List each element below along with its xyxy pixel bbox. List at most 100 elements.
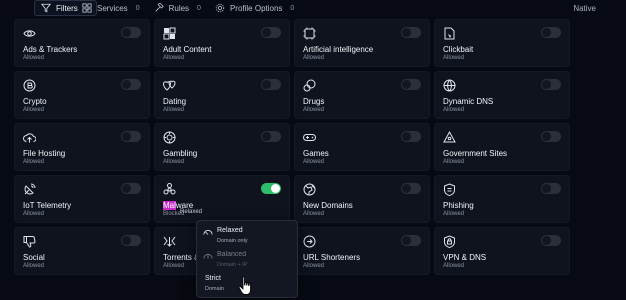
clickbait-icon xyxy=(443,27,456,40)
biohazard-icon xyxy=(163,183,176,196)
filter-toggle[interactable] xyxy=(401,131,421,142)
filter-card-url-shorteners[interactable]: URL Shorteners Allowed xyxy=(294,227,430,275)
option-balanced-label: Balanced xyxy=(217,251,247,258)
filter-card-artificial-intelligence[interactable]: Artificial intelligence Allowed xyxy=(294,19,430,67)
dynamic-dns-icon xyxy=(443,79,456,92)
filter-card-title: File Hosting xyxy=(23,149,66,158)
globe-icon xyxy=(303,183,316,196)
filter-card-status: Allowed xyxy=(303,263,325,269)
option-relaxed-sub: Domain only xyxy=(217,238,248,244)
gauge-low-icon xyxy=(203,229,213,235)
vpn-icon xyxy=(443,235,456,249)
option-strict[interactable]: Strict DomainAI xyxy=(191,274,281,296)
filter-toggle[interactable] xyxy=(121,235,141,246)
filter-card-title: Drugs xyxy=(303,97,325,106)
filter-toggle[interactable] xyxy=(121,131,141,142)
option-strict-label: Strict xyxy=(205,275,221,282)
filter-card-ads-trackers[interactable]: Ads & Trackers Allowed xyxy=(14,19,150,67)
tab-rules-count: 0 xyxy=(197,4,201,12)
grid-icon xyxy=(82,3,92,13)
filter-card-status: Allowed xyxy=(443,211,465,217)
filter-card-gambling[interactable]: Gambling Allowed xyxy=(154,123,290,171)
option-relaxed[interactable]: Relaxed Domain only xyxy=(203,226,293,248)
malware-level-tag: Relaxed xyxy=(180,209,203,215)
filter-card-title: Dynamic DNS xyxy=(443,97,494,106)
filter-toggle[interactable] xyxy=(401,235,421,246)
filter-card-file-hosting[interactable]: File Hosting Allowed xyxy=(14,123,150,171)
filter-card-title: Gambling xyxy=(163,149,198,158)
filter-card-status: Allowed xyxy=(23,263,45,269)
gear-icon xyxy=(215,3,225,13)
filter-card-social[interactable]: Social Allowed xyxy=(14,227,150,275)
filter-card-status: Allowed xyxy=(163,55,185,61)
filter-card-new-domains[interactable]: New Domains Allowed xyxy=(294,175,430,223)
filter-card-title: Artificial intelligence xyxy=(303,45,374,54)
option-balanced-sub: Domain + IP xyxy=(217,262,248,268)
cloud-upload-icon xyxy=(23,131,37,144)
filter-toggle[interactable] xyxy=(121,27,141,38)
filter-card-title: Games xyxy=(303,149,329,158)
option-balanced[interactable]: Balanced Domain + IP xyxy=(203,250,293,272)
native-label[interactable]: Native xyxy=(573,0,596,16)
filter-card-status: Allowed xyxy=(443,107,465,113)
filter-card-iot-telemetry[interactable]: IoT Telemetry Allowed xyxy=(14,175,150,223)
filter-card-adult-content[interactable]: Adult Content Allowed xyxy=(154,19,290,67)
filter-card-vpn-dns[interactable]: VPN & DNS Allowed xyxy=(434,227,570,275)
filter-card-title: Dating xyxy=(163,97,187,106)
torrent-icon xyxy=(163,235,176,248)
drugs-icon xyxy=(303,79,316,92)
tab-profile-options[interactable]: Profile Options 0 xyxy=(209,0,300,16)
filter-card-games[interactable]: Games Allowed xyxy=(294,123,430,171)
filter-card-dating[interactable]: Dating Allowed xyxy=(154,71,290,119)
filter-card-government-sites[interactable]: Government Sites Allowed xyxy=(434,123,570,171)
filter-toggle[interactable] xyxy=(541,183,561,194)
filter-toggle[interactable] xyxy=(401,27,421,38)
filter-card-status: Allowed xyxy=(443,159,465,165)
thumbs-down-icon xyxy=(23,235,36,248)
filter-toggle[interactable] xyxy=(261,183,281,194)
filter-card-status: Allowed xyxy=(303,107,325,113)
crypto-icon xyxy=(23,79,36,92)
filter-icon xyxy=(41,3,51,13)
filter-card-malware[interactable]: Malware Blocked xyxy=(154,175,290,223)
eye-icon xyxy=(23,27,36,40)
filter-card-status: Allowed xyxy=(163,263,185,269)
filter-card-status: Allowed xyxy=(163,107,185,113)
filter-toggle[interactable] xyxy=(261,79,281,90)
filter-card-phishing[interactable]: Phishing Allowed xyxy=(434,175,570,223)
filter-card-status: Allowed xyxy=(23,211,45,217)
tab-filters-label: Filters xyxy=(56,3,78,13)
filter-toggle[interactable] xyxy=(121,183,141,194)
filter-card-dynamic-dns[interactable]: Dynamic DNS Allowed xyxy=(434,71,570,119)
filter-card-title: IoT Telemetry xyxy=(23,201,72,210)
tab-rules[interactable]: Rules 0 xyxy=(148,0,207,16)
government-icon xyxy=(443,130,456,144)
filter-card-clickbait[interactable]: Clickbait Allowed xyxy=(434,19,570,67)
filter-card-title: VPN & DNS xyxy=(443,253,487,262)
filter-toggle[interactable] xyxy=(401,79,421,90)
filter-card-title: Adult Content xyxy=(163,45,212,54)
tab-services[interactable]: Services 0 xyxy=(76,0,146,16)
tab-rules-label: Rules xyxy=(168,3,190,13)
filter-card-title: Clickbait xyxy=(443,45,474,54)
filter-toggle[interactable] xyxy=(401,183,421,194)
gambling-chip-icon xyxy=(163,131,176,144)
tab-services-label: Services xyxy=(97,3,128,13)
filter-toggle[interactable] xyxy=(541,27,561,38)
filter-toggle[interactable] xyxy=(261,131,281,142)
filter-card-status: Allowed xyxy=(443,55,465,61)
satellite-icon xyxy=(23,183,36,196)
filter-card-status: Allowed xyxy=(23,55,45,61)
filter-card-title: Ads & Trackers xyxy=(23,45,78,54)
filter-toggle[interactable] xyxy=(541,235,561,246)
filter-card-status: Allowed xyxy=(23,107,45,113)
filter-card-status: Allowed xyxy=(303,159,325,165)
filter-toggle[interactable] xyxy=(121,79,141,90)
filter-card-status: Allowed xyxy=(23,159,45,165)
filter-card-title: Torrents & xyxy=(163,253,200,262)
filter-toggle[interactable] xyxy=(541,79,561,90)
filter-card-crypto[interactable]: Crypto Allowed xyxy=(14,71,150,119)
filter-toggle[interactable] xyxy=(261,27,281,38)
filter-card-drugs[interactable]: Drugs Allowed xyxy=(294,71,430,119)
filter-toggle[interactable] xyxy=(541,131,561,142)
